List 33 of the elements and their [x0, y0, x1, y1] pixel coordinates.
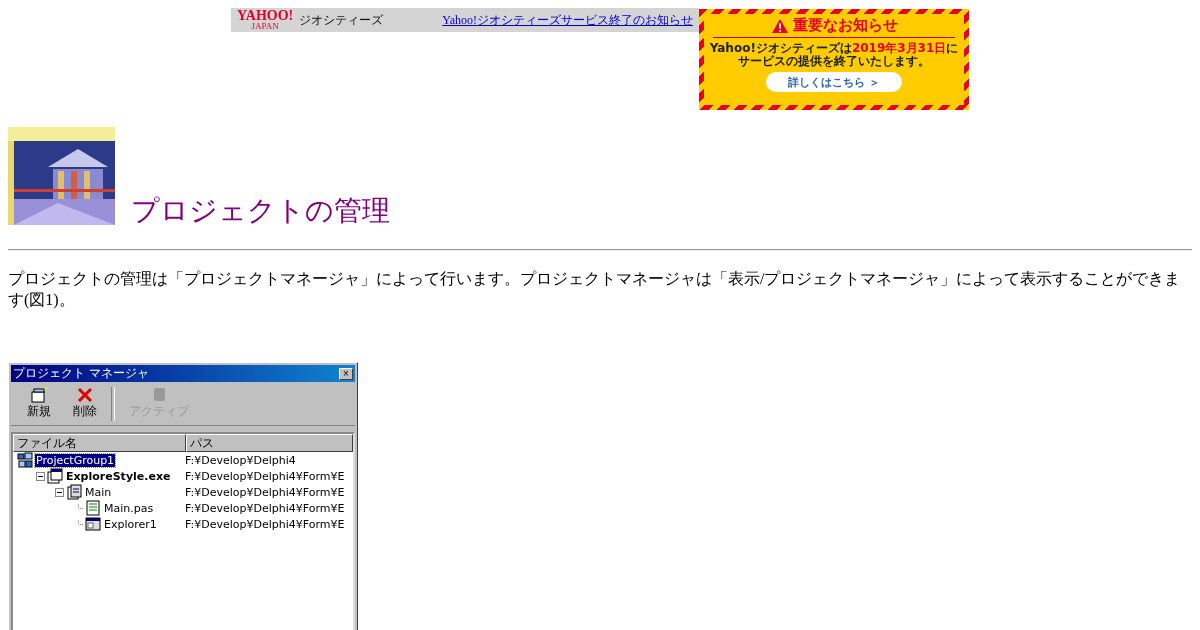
document-icon — [85, 500, 101, 516]
warning-icon — [770, 17, 789, 34]
path-cell: F:¥Develop¥Delphi4¥Form¥E — [185, 501, 345, 515]
column-header[interactable]: パス — [186, 434, 353, 452]
collapse-icon[interactable] — [55, 487, 64, 497]
notice-link[interactable]: Yahoo!ジオシティーズサービス終了のお知らせ — [442, 11, 693, 29]
details-button[interactable]: 詳しくはこちら ＞ — [766, 72, 902, 92]
project-group-icon — [17, 452, 33, 468]
document-icon — [66, 484, 82, 500]
page-heading: プロジェクトの管理 — [131, 194, 390, 228]
path-cell: F:¥Develop¥Delphi4¥Form¥E — [185, 517, 345, 531]
tree-item[interactable]: Main — [84, 485, 113, 499]
intro-paragraph: プロジェクトの管理は「プロジェクトマネージャ」によって行います。プロジェクトマネージャは「表示/プロジェクトマネージャ」によって表示することができます(図1)。 — [8, 269, 1182, 310]
path-cell: F:¥Develop¥Delphi4¥Form¥E — [185, 485, 345, 499]
document-icon — [47, 468, 63, 484]
tree-item[interactable]: Explorer1 — [103, 517, 158, 531]
delete-icon — [76, 387, 94, 403]
notice-title: 重要なお知らせ — [792, 16, 898, 35]
path-cell: F:¥Develop¥Delphi4¥Form¥E — [185, 469, 345, 483]
collapse-icon[interactable] — [36, 471, 45, 481]
service-name: ジオシティーズ — [299, 11, 384, 29]
tree-item[interactable]: ExploreStyle.exe — [65, 469, 172, 483]
tree-item[interactable]: Main.pas — [103, 501, 155, 515]
close-button[interactable]: × — [339, 367, 353, 380]
path-cell: F:¥Develop¥Delphi4 — [185, 453, 296, 467]
toolbar-button[interactable]: 新規 — [19, 387, 59, 420]
new-document-icon — [30, 387, 48, 403]
tree-item[interactable]: ProjectGroup1 — [35, 453, 116, 467]
form-icon — [85, 516, 101, 532]
notice-text: Yahoo!ジオシティーズは2019年3月31日 に サービスの提供を終了いたします。 — [709, 42, 959, 68]
column-header[interactable]: ファイル名 — [13, 434, 186, 452]
window-title: プロジェクト マネージャ — [13, 365, 149, 382]
toolbar-button[interactable]: 削除 — [65, 387, 105, 420]
